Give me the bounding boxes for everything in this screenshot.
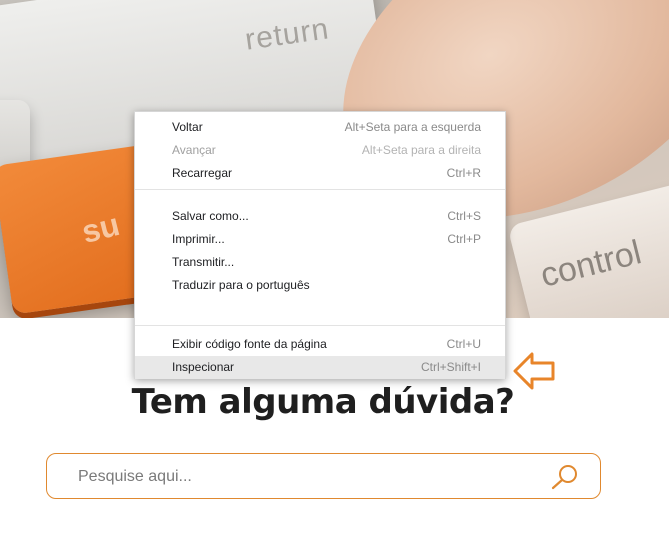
menu-item-voltar[interactable]: Voltar Alt+Seta para a esquerda — [135, 116, 505, 139]
menu-item-label: Transmitir... — [172, 255, 235, 269]
menu-item-label: Recarregar — [172, 166, 233, 180]
search-input[interactable] — [76, 464, 530, 490]
menu-item-shortcut: Ctrl+Shift+I — [420, 360, 481, 374]
menu-item-transmitir[interactable]: Transmitir... — [135, 251, 505, 274]
arrow-left-icon — [513, 352, 555, 390]
menu-item-exibir-codigo-fonte[interactable]: Exibir código fonte da página Ctrl+U — [135, 333, 505, 356]
menu-item-shortcut: Ctrl+R — [446, 166, 481, 180]
menu-item-traduzir[interactable]: Traduzir para o português — [135, 274, 505, 297]
menu-item-inspecionar[interactable]: Inspecionar Ctrl+Shift+I — [135, 356, 505, 379]
menu-item-shortcut: Ctrl+U — [446, 337, 481, 351]
menu-item-label: Traduzir para o português — [172, 278, 310, 292]
menu-item-shortcut: Alt+Seta para a direita — [361, 143, 481, 157]
menu-item-label: Salvar como... — [172, 209, 249, 223]
menu-item-shortcut: Ctrl+S — [447, 209, 481, 223]
menu-item-shortcut: Alt+Seta para a esquerda — [344, 120, 481, 134]
menu-separator — [135, 325, 505, 326]
menu-item-label: Imprimir... — [172, 232, 225, 246]
menu-item-shortcut: Ctrl+P — [447, 232, 481, 246]
menu-separator — [135, 189, 505, 190]
menu-item-salvar-como[interactable]: Salvar como... Ctrl+S — [135, 205, 505, 228]
menu-item-label: Avançar — [172, 143, 216, 157]
menu-item-label: Voltar — [172, 120, 203, 134]
menu-item-label: Exibir código fonte da página — [172, 337, 327, 351]
menu-item-label: Inspecionar — [172, 360, 235, 374]
menu-item-imprimir[interactable]: Imprimir... Ctrl+P — [135, 228, 505, 251]
search-bar — [46, 453, 601, 499]
menu-item-recarregar[interactable]: Recarregar Ctrl+R — [135, 162, 505, 185]
search-icon[interactable] — [550, 463, 580, 491]
menu-item-avancar[interactable]: Avançar Alt+Seta para a direita — [135, 139, 505, 162]
context-menu: Voltar Alt+Seta para a esquerda Avançar … — [134, 111, 506, 379]
